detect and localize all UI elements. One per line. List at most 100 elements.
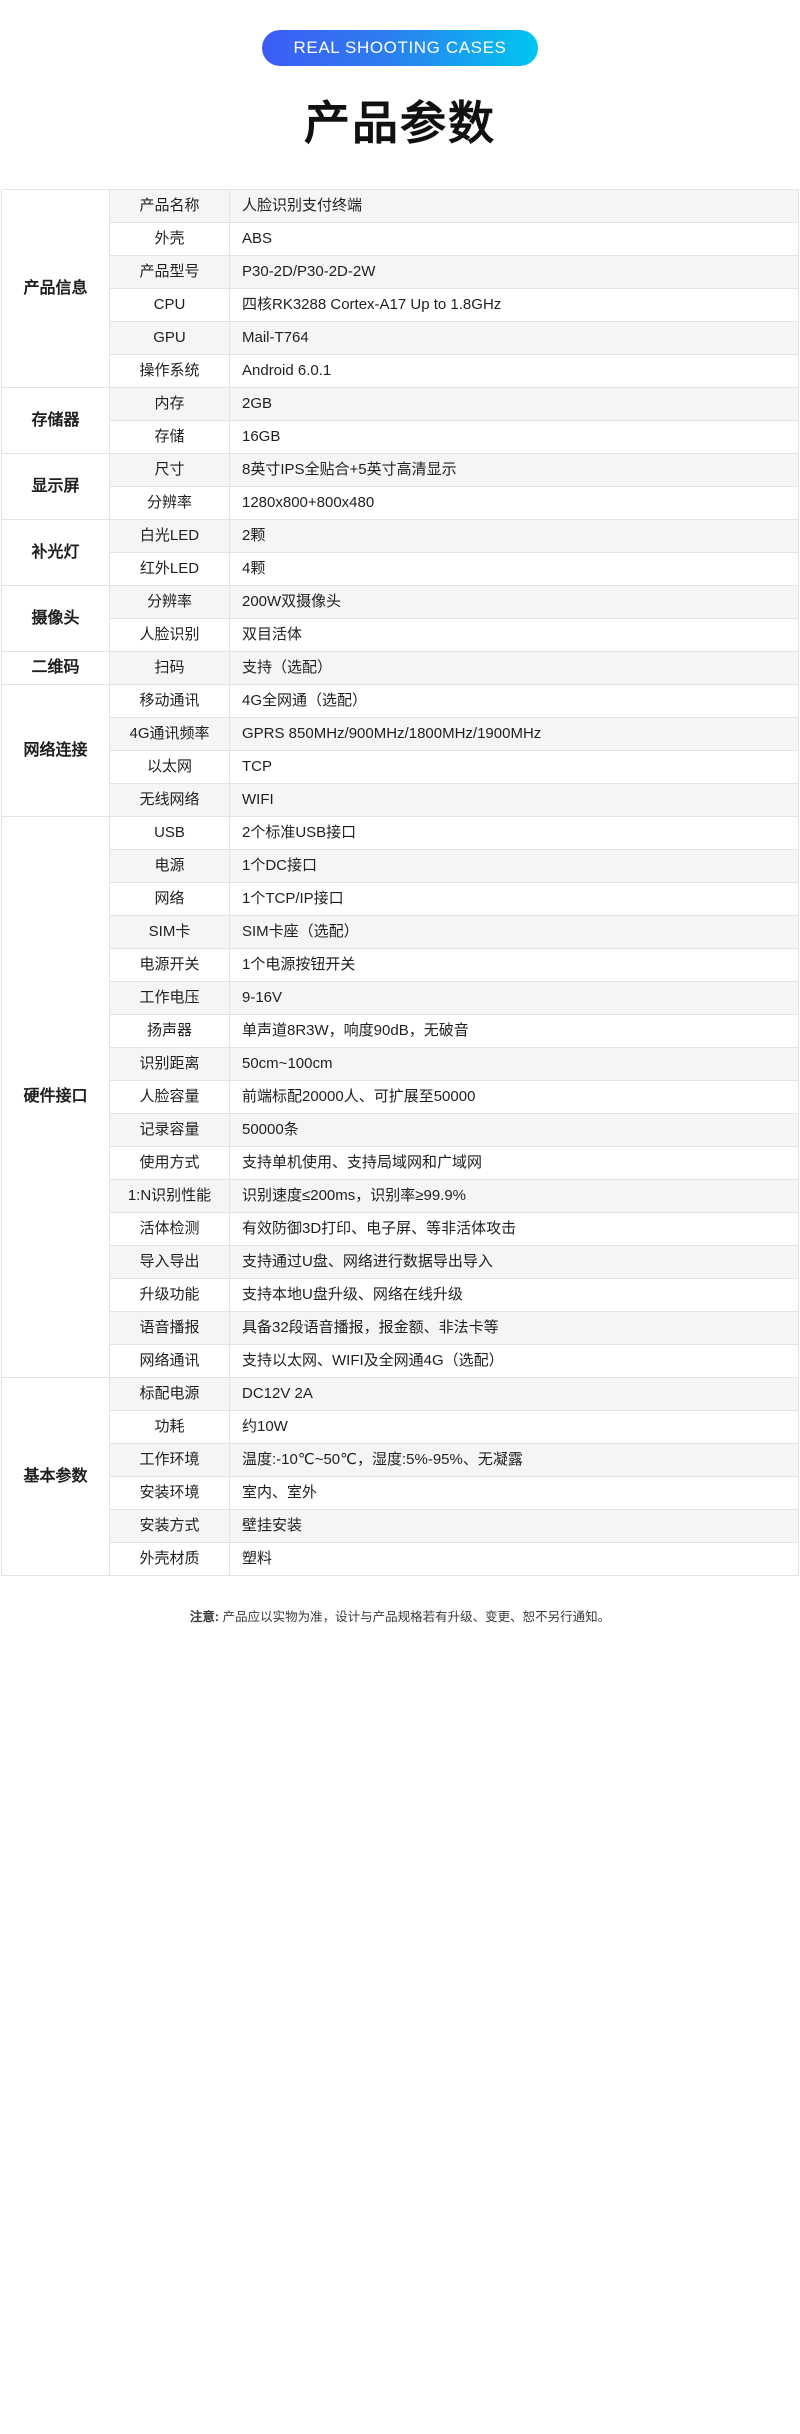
spec-key-cell: 尺寸 — [109, 453, 230, 488]
spec-value-cell: 四核RK3288 Cortex-A17 Up to 1.8GHz — [229, 288, 799, 323]
spec-key-cell: 扫码 — [109, 651, 230, 686]
table-row: SIM卡 SIM卡座（选配） — [2, 915, 799, 950]
specification-table: 产品信息 产品名称 人脸识别支付终端 外壳 ABS 产品型号 P30-2D/P30-2D-2… — [1, 189, 799, 1577]
table-row: CPU 四核RK3288 Cortex-A17 Up to 1.8GHz — [2, 288, 799, 323]
spec-value-cell: 识别速度≤200ms，识别率≥99.9% — [229, 1179, 799, 1214]
spec-value-cell: 4颗 — [229, 552, 799, 587]
spec-key-cell: 红外LED — [109, 552, 230, 587]
spec-value-cell: 16GB — [229, 420, 799, 455]
spec-key-cell: 内存 — [109, 387, 230, 422]
spec-key-cell: 导入导出 — [109, 1245, 230, 1280]
spec-value-cell: 1个TCP/IP接口 — [229, 882, 799, 917]
spec-key-cell: 使用方式 — [109, 1146, 230, 1181]
table-row: 使用方式 支持单机使用、支持局域网和广域网 — [2, 1146, 799, 1181]
spec-key-cell: 工作环境 — [109, 1443, 230, 1478]
spec-value-cell: TCP — [229, 750, 799, 785]
spec-key-cell: 移动通讯 — [109, 684, 230, 719]
spec-key-cell: 升级功能 — [109, 1278, 230, 1313]
table-row: 导入导出 支持通过U盘、网络进行数据导出导入 — [2, 1245, 799, 1280]
table-row: 以太网 TCP — [2, 750, 799, 785]
badge-container: REAL SHOOTING CASES — [0, 30, 800, 66]
table-row: 外壳材质 塑料 — [2, 1542, 799, 1577]
table-row: GPU Mail-T764 — [2, 321, 799, 356]
table-row: 升级功能 支持本地U盘升级、网络在线升级 — [2, 1278, 799, 1313]
table-row: 4G通讯频率 GPRS 850MHz/900MHz/1800MHz/1900MHz — [2, 717, 799, 752]
spec-value-cell: P30-2D/P30-2D-2W — [229, 255, 799, 290]
table-row: 操作系统 Android 6.0.1 — [2, 354, 799, 389]
spec-key-cell: SIM卡 — [109, 915, 230, 950]
spec-key-cell: 工作电压 — [109, 981, 230, 1016]
footer-note-text: 产品应以实物为准，设计与产品规格若有升级、变更、恕不另行通知。 — [222, 1610, 611, 1625]
category-cell: 补光灯 — [1, 519, 110, 587]
table-row: 电源 1个DC接口 — [2, 849, 799, 884]
table-row: 活体检测 有效防御3D打印、电子屏、等非活体攻击 — [2, 1212, 799, 1247]
spec-value-cell: 2个标准USB接口 — [229, 816, 799, 851]
spec-key-cell: 网络通讯 — [109, 1344, 230, 1379]
spec-value-cell: 支持本地U盘升级、网络在线升级 — [229, 1278, 799, 1313]
spec-key-cell: USB — [109, 816, 230, 851]
spec-key-cell: 活体检测 — [109, 1212, 230, 1247]
table-row: 显示屏 尺寸 8英寸IPS全贴合+5英寸高清显示 — [1, 453, 799, 521]
spec-key-cell: 安装方式 — [109, 1509, 230, 1544]
spec-value-cell: 2颗 — [229, 519, 799, 554]
spec-key-cell: 4G通讯频率 — [109, 717, 230, 752]
spec-value-cell: 壁挂安装 — [229, 1509, 799, 1544]
product-spec-page: REAL SHOOTING CASES 产品参数 产品信息 产品名称 人脸识别支付终… — [0, 0, 800, 1653]
table-row: 网络连接 移动通讯 4G全网通（选配） — [1, 684, 799, 818]
table-row: 存储器 内存 2GB — [1, 387, 799, 455]
spec-key-cell: 语音播报 — [109, 1311, 230, 1346]
spec-key-cell: 1:N识别性能 — [109, 1179, 230, 1214]
table-row: 记录容量 50000条 — [2, 1113, 799, 1148]
spec-key-cell: 人脸容量 — [109, 1080, 230, 1115]
table-row: 1:N识别性能 识别速度≤200ms，识别率≥99.9% — [2, 1179, 799, 1214]
spec-key-cell: 存储 — [109, 420, 230, 455]
spec-key-cell: 分辨率 — [109, 585, 230, 620]
spec-value-cell: 塑料 — [229, 1542, 799, 1577]
table-row: 分辨率 1280x800+800x480 — [2, 486, 799, 521]
table-row: 安装方式 壁挂安装 — [2, 1509, 799, 1544]
table-row: 人脸识别 双目活体 — [2, 618, 799, 653]
category-cell: 基本参数 — [1, 1377, 110, 1577]
table-row: 硬件接口 USB 2个标准USB接口 — [1, 816, 799, 1379]
spec-key-cell: 操作系统 — [109, 354, 230, 389]
spec-key-cell: 功耗 — [109, 1410, 230, 1445]
spec-value-cell: 前端标配20000人、可扩展至50000 — [229, 1080, 799, 1115]
spec-key-cell: 电源开关 — [109, 948, 230, 983]
spec-value-cell: WIFI — [229, 783, 799, 818]
spec-value-cell: 具备32段语音播报，报金额、非法卡等 — [229, 1311, 799, 1346]
table-row: 网络通讯 支持以太网、WIFI及全网通4G（选配） — [2, 1344, 799, 1379]
table-row: 产品型号 P30-2D/P30-2D-2W — [2, 255, 799, 290]
table-row: 安装环境 室内、室外 — [2, 1476, 799, 1511]
table-row: 工作电压 9-16V — [2, 981, 799, 1016]
table-row: 功耗 约10W — [2, 1410, 799, 1445]
spec-value-cell: 200W双摄像头 — [229, 585, 799, 620]
table-row: 产品信息 产品名称 人脸识别支付终端 — [1, 189, 799, 389]
spec-value-cell: 9-16V — [229, 981, 799, 1016]
table-row: 存储 16GB — [2, 420, 799, 455]
table-row: 补光灯 白光LED 2颗 — [1, 519, 799, 587]
spec-value-cell: 1280x800+800x480 — [229, 486, 799, 521]
category-cell: 二维码 — [1, 651, 110, 686]
spec-key-cell: 外壳材质 — [109, 1542, 230, 1577]
category-cell: 网络连接 — [1, 684, 110, 818]
spec-key-cell: 标配电源 — [109, 1377, 230, 1412]
spec-value-cell: 约10W — [229, 1410, 799, 1445]
spec-key-cell: 以太网 — [109, 750, 230, 785]
table-row: 无线网络 WIFI — [2, 783, 799, 818]
footer-note-label: 注意: — [189, 1610, 220, 1625]
spec-value-cell: 人脸识别支付终端 — [229, 189, 799, 224]
spec-value-cell: 支持以太网、WIFI及全网通4G（选配） — [229, 1344, 799, 1379]
spec-value-cell: 2GB — [229, 387, 799, 422]
table-row: 摄像头 分辨率 200W双摄像头 — [1, 585, 799, 653]
spec-value-cell: 支持（选配） — [229, 651, 799, 686]
section-badge: REAL SHOOTING CASES — [261, 30, 539, 66]
spec-value-cell: 室内、室外 — [229, 1476, 799, 1511]
spec-value-cell: Mail-T764 — [229, 321, 799, 356]
spec-key-cell: 产品名称 — [109, 189, 230, 224]
spec-value-cell: 4G全网通（选配） — [229, 684, 799, 719]
table-row: 电源开关 1个电源按钮开关 — [2, 948, 799, 983]
spec-value-cell: DC12V 2A — [229, 1377, 799, 1412]
category-cell: 产品信息 — [1, 189, 110, 389]
category-cell: 摄像头 — [1, 585, 110, 653]
table-row: 语音播报 具备32段语音播报，报金额、非法卡等 — [2, 1311, 799, 1346]
